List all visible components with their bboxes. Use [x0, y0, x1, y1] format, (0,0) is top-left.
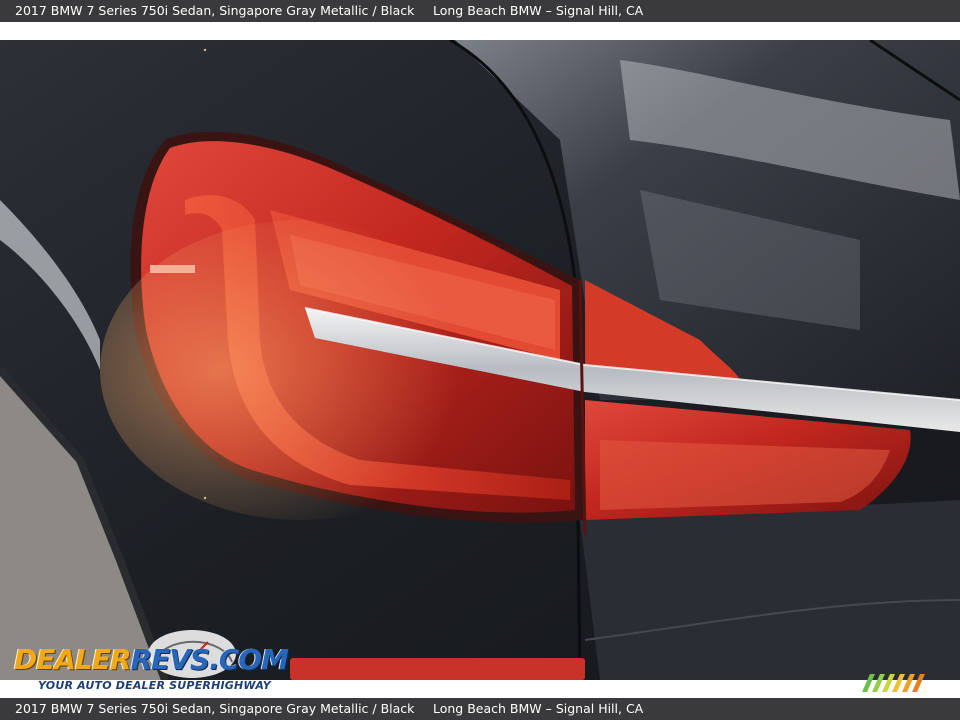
watermark-brand-part3: .COM: [209, 643, 289, 676]
dealer-caption: Long Beach BMW – Signal Hill, CA: [432, 3, 644, 18]
dealer-caption-bottom: Long Beach BMW – Signal Hill, CA: [432, 701, 644, 716]
caption-bar-top: 2017 BMW 7 Series 750i Sedan, Singapore …: [0, 0, 960, 22]
watermark-tagline: YOUR AUTO DEALER SUPERHIGHWAY: [38, 679, 271, 692]
vehicle-photo: [0, 40, 960, 680]
vehicle-caption-bottom: 2017 BMW 7 Series 750i Sedan, Singapore …: [15, 701, 415, 716]
watermark-brand-part1: DEALER: [14, 643, 132, 676]
watermark-brand: DEALERREVS.COM: [14, 643, 289, 676]
caption-bar-bottom: 2017 BMW 7 Series 750i Sedan, Singapore …: [0, 698, 960, 720]
stripes-logo: [862, 674, 925, 692]
watermark-brand-part2: REVS: [130, 643, 211, 676]
vehicle-caption: 2017 BMW 7 Series 750i Sedan, Singapore …: [15, 3, 415, 18]
tail-light-photo: [0, 40, 960, 680]
